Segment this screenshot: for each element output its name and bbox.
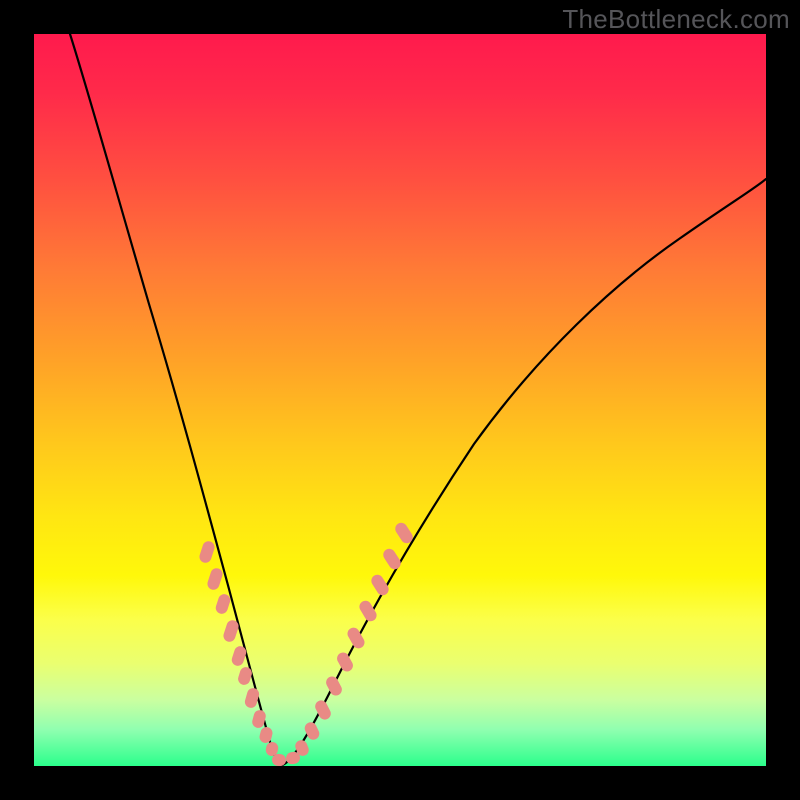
right-markers [285,521,415,766]
left-curve [70,34,282,765]
right-curve [282,179,766,765]
chart-frame: TheBottleneck.com [0,0,800,800]
chart-svg [34,34,766,766]
watermark: TheBottleneck.com [562,4,790,35]
left-markers [198,540,287,766]
plot-area [34,34,766,766]
